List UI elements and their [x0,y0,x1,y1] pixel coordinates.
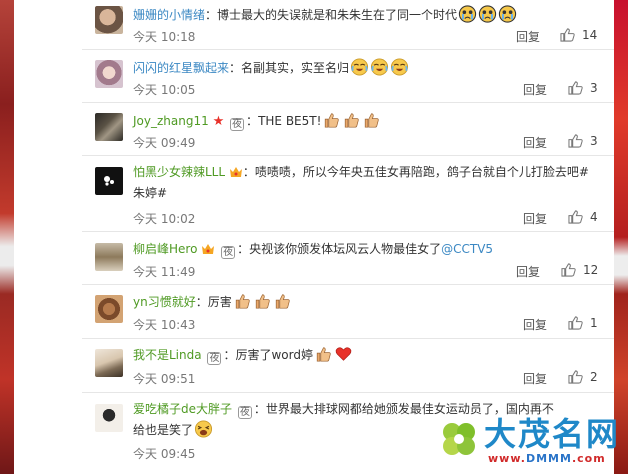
comment-item: 怕黑少女辣辣LLL ：啧啧啧，所以今年央五佳女再陪跑，鸽子台就自个儿打脸去吧#朱… [82,156,614,232]
avatar[interactable] [95,243,123,271]
comment-item: 姗姗的小情绪：博士最大的失误就是和朱朱生在了同一个时代 今天 10:18 回复 … [82,0,614,50]
username[interactable]: Joy_zhang11 [133,114,209,128]
comment-text: 怕黑少女辣辣LLL ：啧啧啧，所以今年央五佳女再陪跑，鸽子台就自个儿打脸去吧#朱… [133,165,589,200]
like-button[interactable]: 3 [568,81,598,95]
like-count: 4 [590,210,598,224]
thumbs-up-icon [568,316,583,330]
comment-time: 今天 10:02 [133,212,196,226]
comment-text: yn习惯就好：厉害 [133,292,596,313]
comment-content: 厉害了word婷 [235,348,313,362]
comment-list: 姗姗的小情绪：博士最大的失误就是和朱朱生在了同一个时代 今天 10:18 回复 … [82,0,614,474]
like-button[interactable]: 1 [568,316,598,330]
comment-content: 央视该你颁发体坛风云人物最佳女了 [249,242,442,256]
thumbs-up-icon [568,210,583,224]
comment-text: 我不是Linda 夜：厉害了word婷 [133,345,596,366]
tears-of-joy-emoji-icon [349,58,409,76]
avatar[interactable] [95,167,123,195]
comment-item: 柳启峰Hero 夜：央视该你颁发体坛风云人物最佳女了@CCTV5 今天 11:4… [82,232,614,285]
avatar[interactable] [95,295,123,323]
thumbs-up-icon [568,81,583,95]
like-count: 1 [590,316,598,330]
comment-time: 今天 10:43 [133,318,196,332]
comment-item: Joy_zhang11 ★ 夜：THE BE5T! 今天 09:49 回复 3 [82,103,614,156]
comment-item: 闪闪的红星飘起来：名副其实，实至名归 今天 10:05 回复 3 [82,50,614,103]
site-watermark-logo: 大茂名网 www.DMMM.com [436,414,618,468]
comment-item: 我不是Linda 夜：厉害了word婷 今天 09:51 回复 2 [82,339,614,393]
thumbs-up-icon [568,134,583,148]
reply-button[interactable]: 回复 [523,210,547,227]
comment-time: 今天 10:05 [133,83,196,97]
like-button[interactable]: 4 [568,210,598,224]
username[interactable]: 怕黑少女辣辣LLL [133,165,225,179]
reply-button[interactable]: 回复 [523,81,547,98]
site-url: www.DMMM.com [488,452,606,465]
comment-time: 今天 10:18 [133,30,196,44]
laughing-emoji-icon [193,420,213,438]
reply-button[interactable]: 回复 [523,370,547,387]
night-badge-icon: 夜 [230,118,245,131]
reply-button[interactable]: 回复 [523,134,547,151]
avatar[interactable] [95,349,123,377]
clover-logo-icon [443,423,475,455]
comment-content: 名副其实，实至名归 [241,61,350,75]
username[interactable]: 我不是Linda [133,348,202,362]
night-badge-icon: 夜 [221,246,236,259]
reply-button[interactable]: 回复 [523,316,547,333]
night-badge-icon: 夜 [237,406,252,419]
avatar[interactable] [95,404,123,432]
like-count: 3 [590,81,598,95]
username[interactable]: 柳启峰Hero [133,242,197,256]
like-button[interactable]: 2 [568,370,598,384]
comment-text: 闪闪的红星飘起来：名副其实，实至名归 [133,58,596,79]
reply-button[interactable]: 回复 [516,263,540,280]
comment-time: 今天 09:51 [133,372,196,386]
star-icon: ★ [212,114,225,129]
thumb-heart-emoji-icon [313,347,353,362]
vip-crown-icon [229,167,242,177]
username[interactable]: 爱吃橘子de大胖子 [133,402,232,416]
thumbs-up-emoji-icon [321,113,381,128]
avatar[interactable] [95,6,123,34]
like-button[interactable]: 12 [561,263,598,277]
comment-text: Joy_zhang11 ★ 夜：THE BE5T! [133,111,596,132]
vip-crown-icon [202,244,215,254]
comment-time: 今天 09:45 [133,447,196,461]
night-badge-icon: 夜 [207,352,222,365]
like-button[interactable]: 3 [568,134,598,148]
site-name: 大茂名网 [484,415,621,453]
username[interactable]: yn习惯就好 [133,295,196,309]
thumbs-up-icon [561,263,576,277]
mention-link[interactable]: @CCTV5 [441,242,493,256]
comment-text: 姗姗的小情绪：博士最大的失误就是和朱朱生在了同一个时代 [133,5,596,26]
left-background-strip [0,0,14,474]
username[interactable]: 姗姗的小情绪 [133,8,205,22]
comment-time: 今天 11:49 [133,265,196,279]
like-count: 3 [590,134,598,148]
like-count: 12 [583,263,599,277]
thumbs-up-emoji-icon [232,294,292,309]
comment-content: 厉害 [207,295,232,309]
avatar[interactable] [95,60,123,88]
thumbs-up-icon [568,370,583,384]
reply-button[interactable]: 回复 [516,28,540,45]
like-button[interactable]: 14 [560,28,597,42]
thumbs-up-icon [560,28,575,42]
comment-text: 柳启峰Hero 夜：央视该你颁发体坛风云人物最佳女了@CCTV5 [133,242,494,259]
username[interactable]: 闪闪的红星飘起来 [133,61,229,75]
weeping-emoji-icon [457,5,517,23]
comment-content: 博士最大的失误就是和朱朱生在了同一个时代 [217,8,458,22]
right-background-strip [614,0,628,474]
comment-time: 今天 09:49 [133,136,196,150]
avatar[interactable] [95,113,123,141]
like-count: 2 [590,370,598,384]
comment-content: THE BE5T! [258,114,322,128]
like-count: 14 [582,28,598,42]
comment-item: yn习惯就好：厉害 今天 10:43 回复 1 [82,285,614,339]
